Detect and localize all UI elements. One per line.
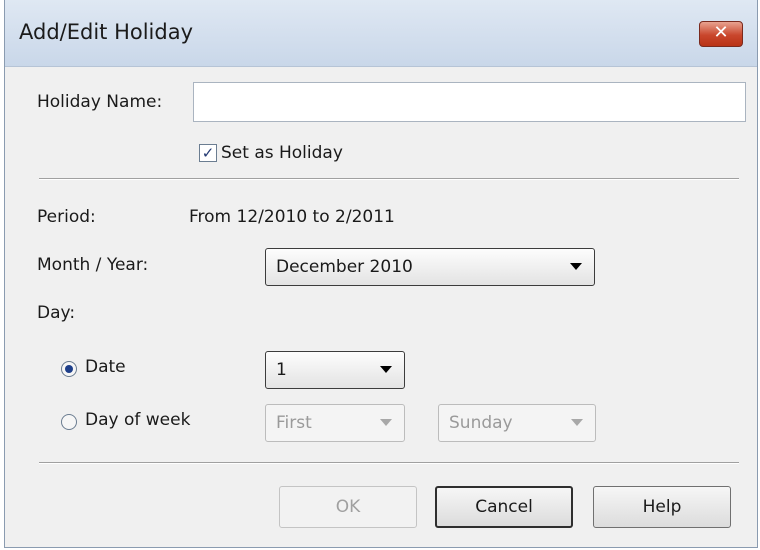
chevron-down-icon: [380, 366, 392, 373]
chevron-down-icon: [570, 263, 582, 270]
month-year-label: Month / Year:: [37, 255, 149, 275]
set-as-holiday-label[interactable]: Set as Holiday: [221, 143, 343, 163]
chevron-down-icon: [380, 419, 392, 426]
dialog-window: Add/Edit Holiday ✕ Holiday Name: ✓ Set a…: [4, 0, 758, 548]
weekday-value: Sunday: [449, 413, 513, 433]
set-as-holiday-checkbox[interactable]: ✓: [199, 144, 217, 162]
weekday-dropdown[interactable]: Sunday: [438, 404, 596, 442]
cancel-button[interactable]: Cancel: [435, 486, 573, 528]
week-ordinal-value: First: [276, 413, 312, 433]
day-of-week-radio[interactable]: [61, 414, 77, 430]
day-of-week-radio-label[interactable]: Day of week: [85, 410, 190, 430]
week-ordinal-dropdown[interactable]: First: [265, 404, 405, 442]
period-value: From 12/2010 to 2/2011: [189, 207, 395, 227]
close-icon: ✕: [713, 22, 729, 43]
date-radio-label[interactable]: Date: [85, 357, 126, 377]
month-year-value: December 2010: [276, 257, 413, 277]
date-value: 1: [276, 360, 287, 380]
holiday-name-label: Holiday Name:: [37, 92, 163, 112]
ok-button[interactable]: OK: [279, 486, 417, 528]
divider-bottom: [39, 462, 739, 464]
date-dropdown[interactable]: 1: [265, 351, 405, 389]
month-year-dropdown[interactable]: December 2010: [265, 248, 595, 286]
holiday-name-input[interactable]: [193, 82, 746, 122]
period-label: Period:: [37, 207, 96, 227]
dialog-title: Add/Edit Holiday: [19, 20, 194, 44]
close-button[interactable]: ✕: [699, 21, 743, 47]
help-button[interactable]: Help: [593, 486, 731, 528]
title-bar[interactable]: Add/Edit Holiday ✕: [5, 0, 757, 67]
chevron-down-icon: [571, 419, 583, 426]
check-icon: ✓: [201, 144, 215, 162]
day-label: Day:: [37, 303, 76, 323]
date-radio[interactable]: [61, 361, 77, 377]
divider-top: [39, 178, 739, 180]
